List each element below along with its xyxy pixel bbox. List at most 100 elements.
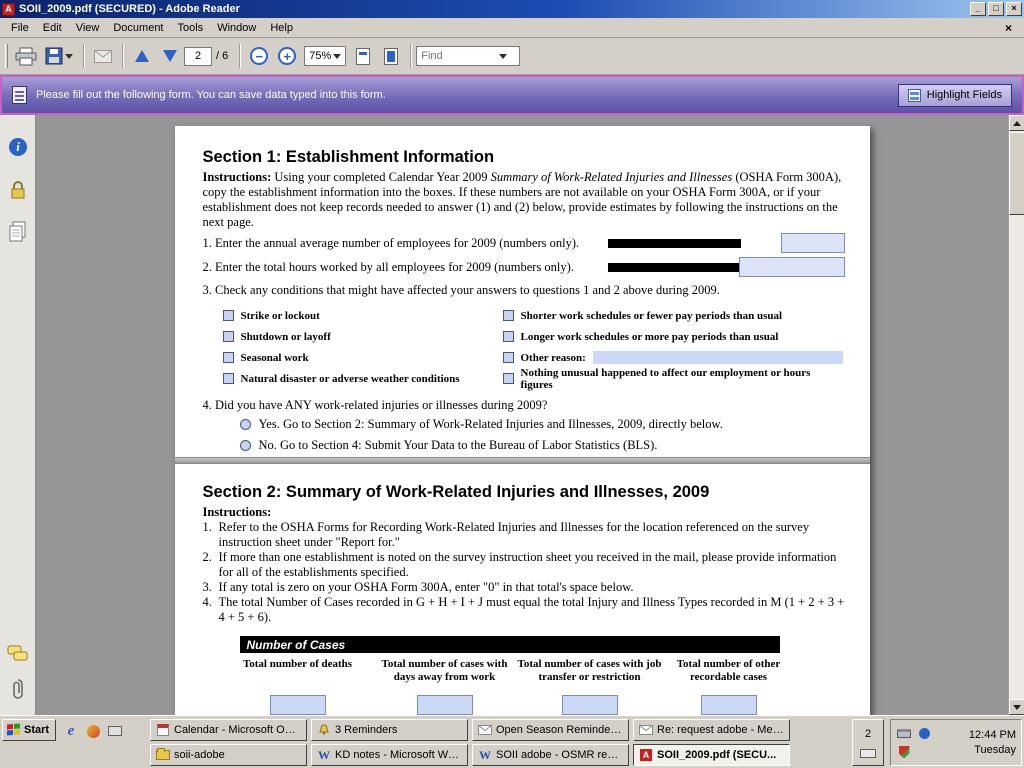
instructions-text: Using your completed Calendar Year 2009 [271,170,490,184]
fit-width-button[interactable] [349,42,377,70]
zoom-level-dropdown[interactable]: 75% [304,46,346,66]
toolbar-separator [122,44,123,68]
attachments-button[interactable] [7,678,29,700]
checkbox-strike-or-lockout[interactable] [223,310,234,321]
vertical-scrollbar[interactable] [1008,115,1024,715]
fit-page-icon [384,48,398,65]
info-icon: i [9,138,27,156]
column-header-days-away: Total number of cases with days away fro… [370,658,520,683]
previous-page-button[interactable] [128,42,156,70]
start-button[interactable]: Start [2,719,56,741]
internet-explorer-icon[interactable]: e [62,722,80,740]
scroll-up-button[interactable] [1009,115,1024,131]
task-button-re-request-adobe[interactable]: Re: request adobe - Mes... [633,719,790,741]
checkbox-label: Shorter work schedules or fewer pay peri… [521,310,783,322]
quick-launch-icon-2[interactable] [84,722,102,740]
pages-button[interactable] [7,220,29,242]
menu-tools[interactable]: Tools [171,19,211,37]
checkbox-label: Longer work schedules or more pay period… [521,331,779,343]
fit-width-icon [356,48,370,65]
language-indicator[interactable]: 2 [852,719,884,766]
highlight-fields-button[interactable]: Highlight Fields [898,84,1012,107]
scroll-down-button[interactable] [1009,699,1024,715]
task-button-calendar[interactable]: Calendar - Microsoft Outl... [150,719,307,741]
comments-button[interactable] [7,643,29,665]
item-text: If any total is zero on your OSHA Form 3… [219,580,845,595]
envelope-icon [478,724,492,737]
task-button-label: Re: request adobe - Mes... [657,724,784,736]
employees-input[interactable] [781,233,845,253]
menu-help[interactable]: Help [263,19,300,37]
page-number-input[interactable] [184,47,212,66]
menu-edit[interactable]: Edit [36,19,69,37]
menu-view[interactable]: View [69,19,107,37]
other-cases-input[interactable] [701,695,757,715]
task-button-label: SOII_2009.pdf (SECU... [657,749,784,761]
scrollbar-thumb[interactable] [1009,132,1024,215]
checkbox-shutdown-or-layoff[interactable] [223,331,234,342]
security-shield-icon[interactable] [899,746,910,759]
clock-time: 12:44 PM [969,728,1016,743]
quick-launch-icon-3[interactable] [106,722,124,740]
zoom-out-button[interactable]: − [245,42,273,70]
word-icon: W [317,749,331,762]
chevron-down-icon [333,54,341,59]
menu-document[interactable]: Document [106,19,170,37]
document-area[interactable]: Section 1: Establishment Information Ins… [36,115,1008,715]
instruction-item: 1. Refer to the OSHA Forms for Recording… [203,520,845,550]
task-button-soii-adobe-folder[interactable]: soii-adobe [150,744,307,766]
checkbox-other-reason[interactable] [503,352,514,363]
maximize-button[interactable]: □ [988,2,1004,16]
section-divider [175,457,870,464]
checkbox-nothing-unusual[interactable] [503,373,514,384]
instruction-item: 4. The total Number of Cases recorded in… [203,595,845,625]
task-button-kd-notes[interactable]: W KD notes - Microsoft Word [311,744,468,766]
checkbox-label: Seasonal work [241,352,309,364]
minimize-button[interactable]: _ [970,2,986,16]
toolbar-separator [410,44,411,68]
find-input[interactable] [417,50,497,62]
checkbox-longer-schedules[interactable] [503,331,514,342]
security-button[interactable] [7,179,29,201]
close-document-icon[interactable]: × [997,21,1020,35]
task-button-soii-adobe-doc[interactable]: W SOII adobe - OSMR revi... [472,744,629,766]
checkbox-shorter-schedules[interactable] [503,310,514,321]
item-text: If more than one establishment is noted … [219,550,845,580]
print-button[interactable] [12,42,40,70]
menu-window[interactable]: Window [210,19,263,37]
title-bar: A SOII_2009.pdf (SECURED) - Adobe Reader… [0,0,1024,18]
next-page-button[interactable] [156,42,184,70]
how-to-button[interactable]: i [7,136,29,158]
number-of-cases-inputs [203,695,845,715]
volume-icon[interactable] [919,728,930,739]
item-number: 2. [203,550,219,580]
task-button-reminders[interactable]: 3 Reminders [311,719,468,741]
pages-icon [9,221,27,242]
hours-input[interactable] [739,257,845,277]
checkbox-seasonal-work[interactable] [223,352,234,363]
printer-icon[interactable] [897,729,911,738]
adobe-reader-app-icon: A [2,3,15,16]
find-dropdown-icon[interactable] [499,54,507,59]
radio-yes[interactable] [240,419,251,430]
email-button[interactable] [89,42,117,70]
keyboard-icon [860,749,876,758]
save-a-copy-button[interactable] [40,42,78,70]
task-button-soii-pdf-active[interactable]: A SOII_2009.pdf (SECU... [633,744,790,766]
question-4-text: 4. Did you have ANY work-related injurie… [203,398,845,414]
security-lock-icon [10,180,26,200]
page-up-icon [135,50,149,62]
task-button-open-season[interactable]: Open Season Reminders... [472,719,629,741]
job-transfer-input[interactable] [562,695,618,715]
fit-page-button[interactable] [377,42,405,70]
close-button[interactable]: × [1006,2,1022,16]
menu-file[interactable]: File [4,19,36,37]
other-reason-input[interactable] [593,351,843,364]
days-away-input[interactable] [417,695,473,715]
checkbox-natural-disaster[interactable] [223,373,234,384]
section1-title: Section 1: Establishment Information [203,148,845,168]
deaths-input[interactable] [270,695,326,715]
zoom-in-button[interactable]: + [273,42,301,70]
checkbox-label: Nothing unusual happened to affect our e… [521,367,845,391]
radio-no[interactable] [240,440,251,451]
